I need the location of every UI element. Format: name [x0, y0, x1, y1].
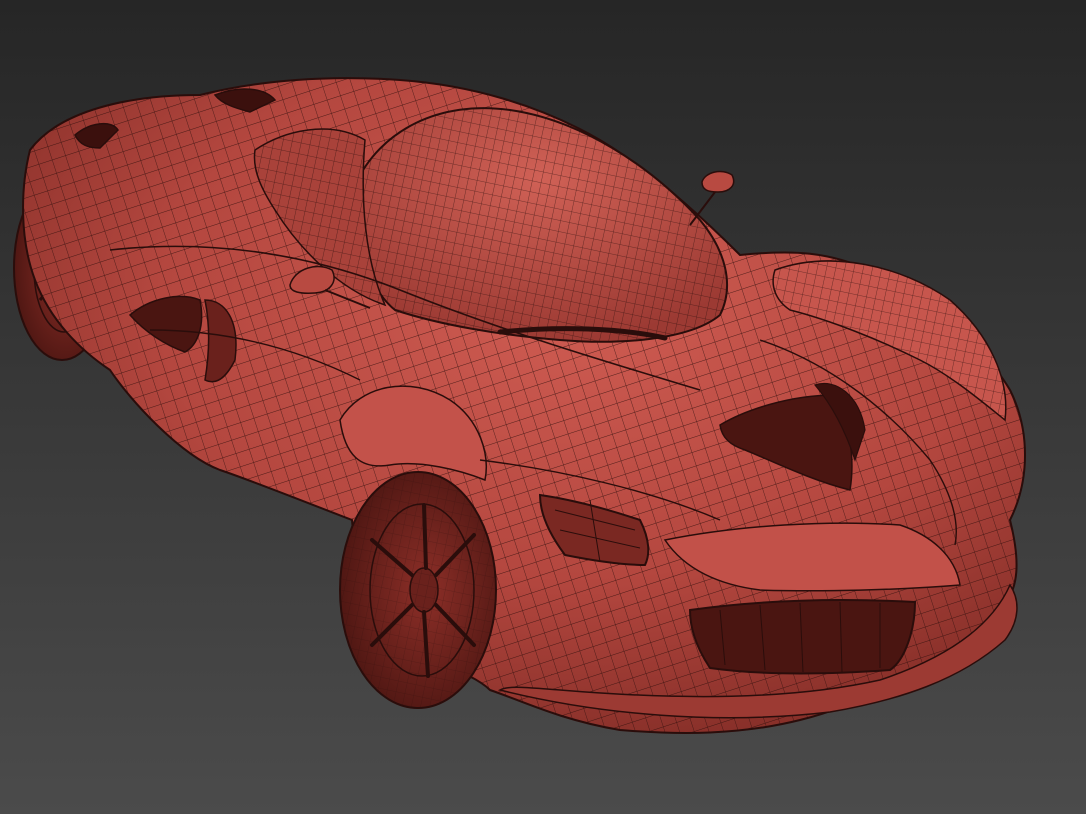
viewport — [0, 0, 1086, 814]
render-canvas — [0, 0, 1086, 814]
front-wheel — [339, 471, 497, 709]
